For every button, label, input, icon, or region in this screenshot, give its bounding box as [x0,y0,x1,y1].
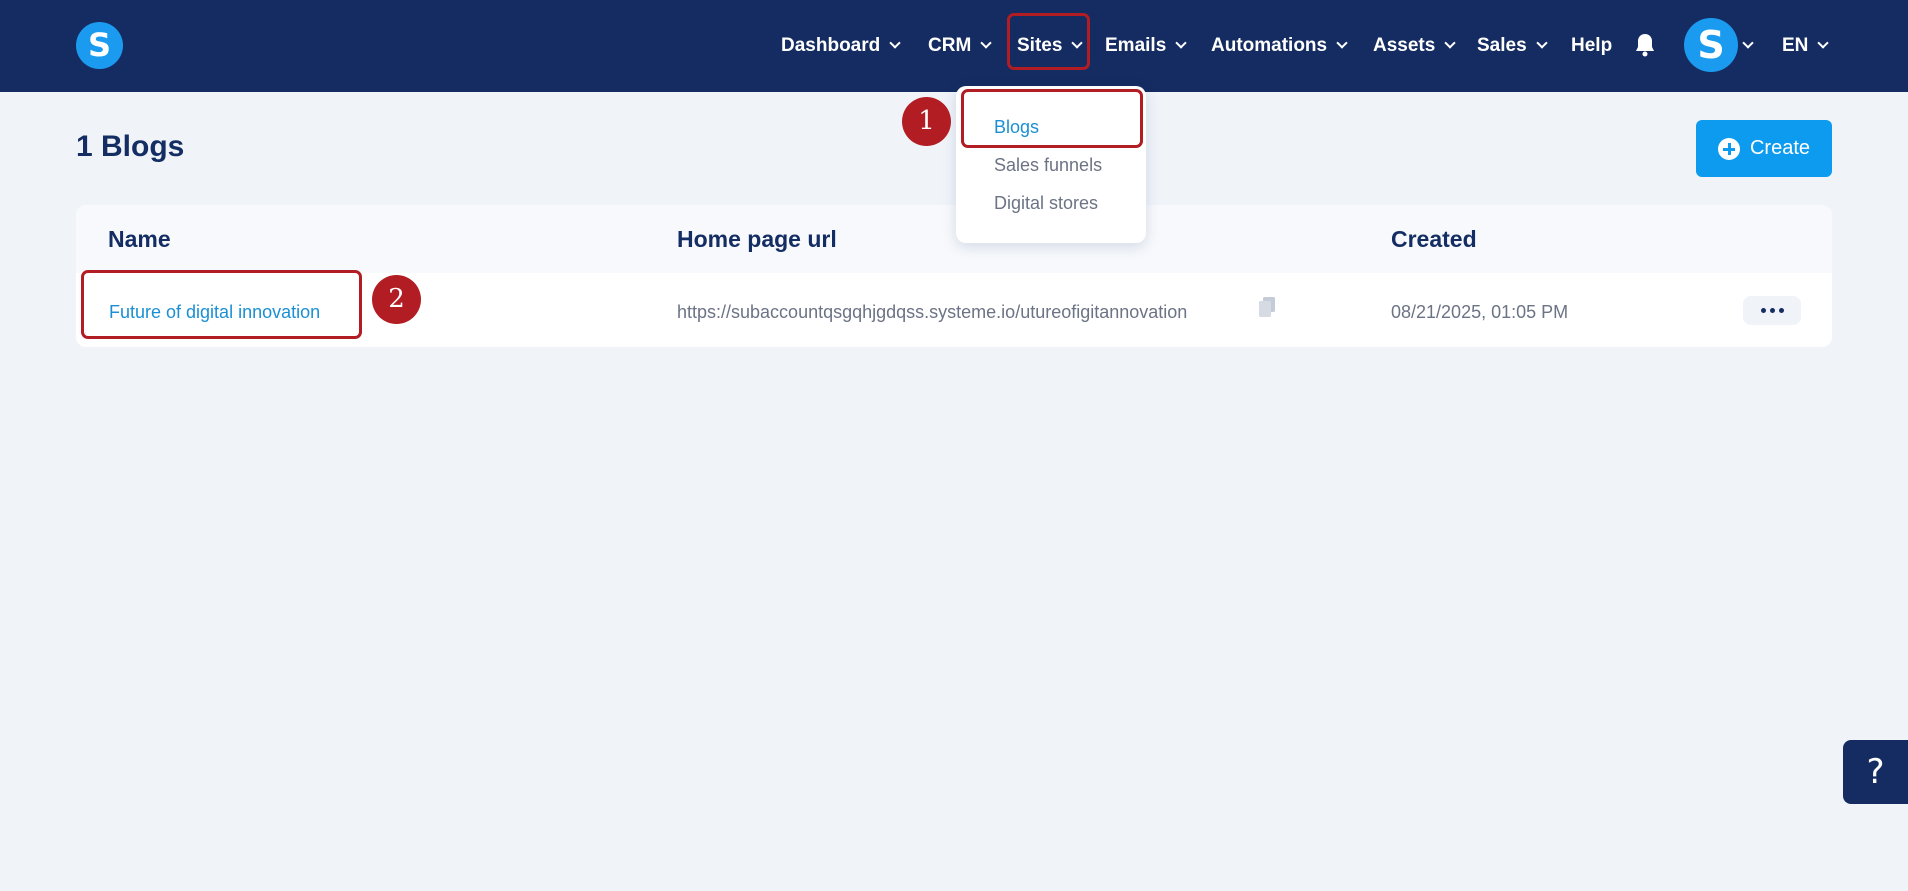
blog-home-url: https://subaccountqsgqhjgdqss.systeme.io… [677,302,1188,322]
app-logo[interactable]: S [76,22,123,69]
step-marker-1: 1 [902,97,951,146]
column-header-name: Name [108,226,171,252]
nav-automations[interactable]: Automations [1211,0,1348,92]
blogs-menu-highlight [961,89,1143,148]
more-actions-button[interactable] [1743,296,1801,325]
chevron-down-icon [1742,37,1754,49]
nav-dashboard-label: Dashboard [781,35,881,56]
nav-automations-label: Automations [1211,35,1328,56]
blog-name-highlight [81,270,362,339]
chevron-down-icon [1175,37,1187,49]
table-header: Name Home page url Created [76,205,1832,273]
nav-help-label: Help [1571,35,1613,56]
language-label: EN [1782,35,1809,56]
create-button-label: Create [1749,137,1811,159]
nav-crm-label: CRM [928,35,972,56]
page-title: 1 Blogs [76,130,185,163]
step-marker-2: 2 [372,275,421,324]
nav-help[interactable]: Help [1571,0,1612,92]
plus-circle-icon [1717,137,1740,160]
menu-item-digital-stores[interactable]: Digital stores [994,193,1098,214]
help-button[interactable]: ? [1843,740,1908,804]
copy-icon[interactable] [1259,297,1275,317]
chevron-down-icon [1444,37,1456,49]
chevron-down-icon [1817,37,1830,49]
notification-bell-icon[interactable] [1634,33,1656,57]
chevron-down-icon [1535,37,1548,49]
nav-assets-label: Assets [1373,35,1436,56]
top-navigation-bar: S Dashboard CRM Sites Emails Automations… [0,0,1908,92]
column-header-url: Home page url [677,226,837,252]
chevron-down-icon [1336,37,1348,49]
language-selector[interactable]: EN [1782,0,1830,92]
sites-nav-highlight [1007,13,1090,70]
more-dot-icon [1769,308,1775,313]
blog-created-date: 08/21/2025, 01:05 PM [1391,302,1569,322]
avatar[interactable]: S [1684,18,1738,72]
menu-item-sales-funnels[interactable]: Sales funnels [994,155,1102,176]
chevron-down-icon [980,37,992,49]
column-header-created: Created [1391,226,1477,252]
nav-sales[interactable]: Sales [1477,0,1548,92]
more-dot-icon [1760,308,1766,313]
nav-crm[interactable]: CRM [928,0,992,92]
nav-sales-label: Sales [1477,35,1527,56]
account-menu-toggle[interactable] [1742,0,1754,92]
nav-assets[interactable]: Assets [1373,0,1456,92]
nav-dashboard[interactable]: Dashboard [781,0,901,92]
nav-emails[interactable]: Emails [1105,0,1187,92]
create-button[interactable]: Create [1696,120,1832,177]
more-dot-icon [1778,308,1784,313]
chevron-down-icon [889,37,901,49]
nav-emails-label: Emails [1105,35,1167,56]
